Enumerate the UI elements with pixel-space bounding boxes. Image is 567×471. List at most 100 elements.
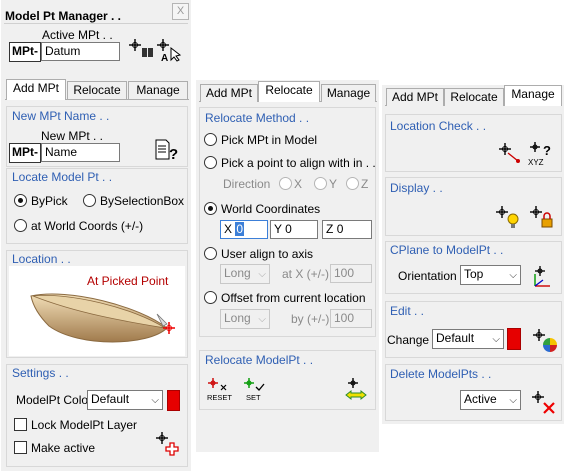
relocate-method-title: Relocate Method . . — [205, 111, 310, 125]
axis-value-field[interactable]: 100 — [330, 264, 372, 283]
color-wheel-point-icon — [533, 329, 557, 352]
tab-add-mpt[interactable]: Add MPt — [200, 84, 258, 102]
world-coordinates-radio[interactable] — [204, 202, 217, 215]
location-title: Location . . — [12, 252, 71, 266]
active-mpt-prefix: MPt- — [9, 42, 41, 62]
axis-at-label: at X (+/-) — [282, 267, 330, 281]
make-active-checkbox[interactable] — [14, 441, 27, 454]
tab-manage[interactable]: Manage — [504, 85, 562, 106]
chevron-down-icon: ⌵ — [509, 270, 517, 281]
edit-color-swatch[interactable] — [507, 328, 521, 350]
move-mpt-button[interactable] — [342, 376, 370, 402]
orientation-select[interactable]: Top ⌵ — [460, 265, 521, 285]
y-field[interactable]: Y 0 — [270, 220, 318, 239]
z-label: Z — [326, 222, 334, 236]
tab-add-mpt[interactable]: Add MPt — [386, 88, 444, 106]
modelpt-color-select[interactable]: Default ⌵ — [87, 390, 163, 410]
relocate-panel: Add MPt Relocate Manage Relocate Method … — [196, 80, 379, 452]
active-mpt-label: Active MPt . . — [42, 28, 113, 42]
pick-mpt-label: Pick MPt in Model — [221, 133, 318, 147]
direction-z-label: Z — [361, 177, 369, 191]
tab-relocate[interactable]: Relocate — [67, 81, 127, 99]
measure-point-icon — [499, 143, 520, 163]
tab-add-mpt[interactable]: Add MPt — [6, 79, 66, 100]
chevron-down-icon: ⌵ — [258, 314, 266, 325]
xyz-label: XYZ — [528, 158, 544, 167]
delete-select[interactable]: Active ⌵ — [460, 390, 521, 410]
set-point-icon: SET — [244, 378, 265, 402]
world-coords-radio[interactable] — [14, 219, 27, 232]
delete-value: Active — [464, 392, 497, 406]
world-coords-label: at World Coords (+/-) — [31, 219, 144, 233]
set-button[interactable]: SET — [242, 376, 270, 402]
find-mpt-button[interactable] — [127, 36, 155, 62]
new-mpt-name-title: New MPt Name . . — [12, 109, 110, 123]
settings-title: Settings . . — [12, 366, 69, 380]
lock-mpt-button[interactable] — [528, 204, 556, 230]
close-button[interactable]: X — [172, 3, 189, 20]
align-point-radio[interactable] — [204, 156, 217, 169]
lightbulb-point-icon — [496, 206, 519, 228]
lock-layer-checkbox[interactable] — [14, 418, 27, 431]
orientation-value: Top — [464, 267, 484, 281]
modelpt-color-swatch[interactable] — [167, 390, 180, 411]
offset-select[interactable]: Long ⌵ — [220, 309, 270, 329]
name-help-button[interactable]: ? — [153, 137, 181, 163]
cplane-title: CPlane to ModelPt . . — [390, 243, 504, 257]
offset-label: Offset from current location — [221, 291, 366, 305]
chevron-down-icon: ⌵ — [509, 395, 517, 406]
new-mpt-name-field[interactable]: Name — [41, 143, 120, 162]
select-mpt-button[interactable]: A — [155, 36, 183, 64]
reset-point-icon: RESET — [207, 378, 232, 402]
display-title: Display . . — [390, 181, 443, 195]
tab-manage[interactable]: Manage — [321, 84, 376, 102]
title-divider — [4, 23, 188, 24]
check-xyz-button[interactable]: ? XYZ — [527, 141, 555, 167]
offset-radio[interactable] — [204, 291, 217, 304]
bypick-radio[interactable] — [14, 194, 27, 207]
direction-z-radio[interactable] — [346, 177, 359, 190]
modelpt-color-label: ModelPt Color — [16, 393, 93, 407]
tab-relocate[interactable]: Relocate — [444, 88, 504, 106]
axis-select-value: Long — [224, 266, 251, 280]
modelpt-color-value: Default — [91, 392, 130, 406]
edit-mpt-button[interactable] — [531, 327, 559, 353]
offset-select-value: Long — [224, 311, 251, 325]
tab-relocate[interactable]: Relocate — [258, 81, 320, 102]
axis-select[interactable]: Long ⌵ — [220, 264, 270, 284]
edit-title: Edit . . — [390, 304, 425, 318]
z-field[interactable]: Z 0 — [322, 220, 372, 239]
byselectionbox-radio[interactable] — [83, 194, 96, 207]
locate-model-pt-title: Locate Model Pt . . — [12, 170, 113, 184]
delete-mpt-button[interactable] — [530, 389, 558, 415]
new-mpt-label: New MPt . . — [41, 129, 104, 143]
set-cplane-button[interactable] — [530, 264, 558, 290]
y-label: Y — [274, 222, 282, 236]
chevron-down-icon: ⌵ — [258, 269, 266, 280]
add-mpt-button[interactable] — [154, 430, 182, 456]
tab-manage[interactable]: Manage — [128, 81, 188, 99]
show-mpt-button[interactable] — [494, 204, 522, 230]
align-axis-radio[interactable] — [204, 247, 217, 260]
x-label: X — [224, 222, 233, 236]
check-distance-button[interactable] — [496, 141, 524, 167]
reset-button[interactable]: RESET — [206, 376, 234, 402]
window-title: Model Pt Manager . . — [5, 9, 122, 23]
offset-value-field[interactable]: 100 — [330, 309, 372, 328]
relocate-modelpt-title: Relocate ModelPt . . — [205, 353, 314, 367]
model-pt-manager-panel: Model Pt Manager . . X Active MPt . . MP… — [1, 0, 191, 471]
bypick-label: ByPick — [31, 194, 68, 208]
active-mpt-field[interactable]: Datum — [41, 42, 120, 61]
change-select[interactable]: Default ⌵ — [432, 329, 504, 349]
direction-y-label: Y — [329, 177, 338, 191]
svg-text:?: ? — [543, 143, 551, 158]
binoculars-pick-icon — [129, 39, 153, 57]
new-mpt-prefix: MPt- — [9, 143, 41, 163]
chevron-down-icon: ⌵ — [492, 334, 500, 345]
pick-mpt-radio[interactable] — [204, 133, 217, 146]
y-value: 0 — [285, 222, 292, 236]
align-point-label: Pick a point to align with in . . — [221, 156, 376, 170]
direction-y-radio[interactable] — [314, 177, 327, 190]
x-field[interactable]: X 0 — [220, 220, 268, 239]
direction-x-radio[interactable] — [279, 177, 292, 190]
